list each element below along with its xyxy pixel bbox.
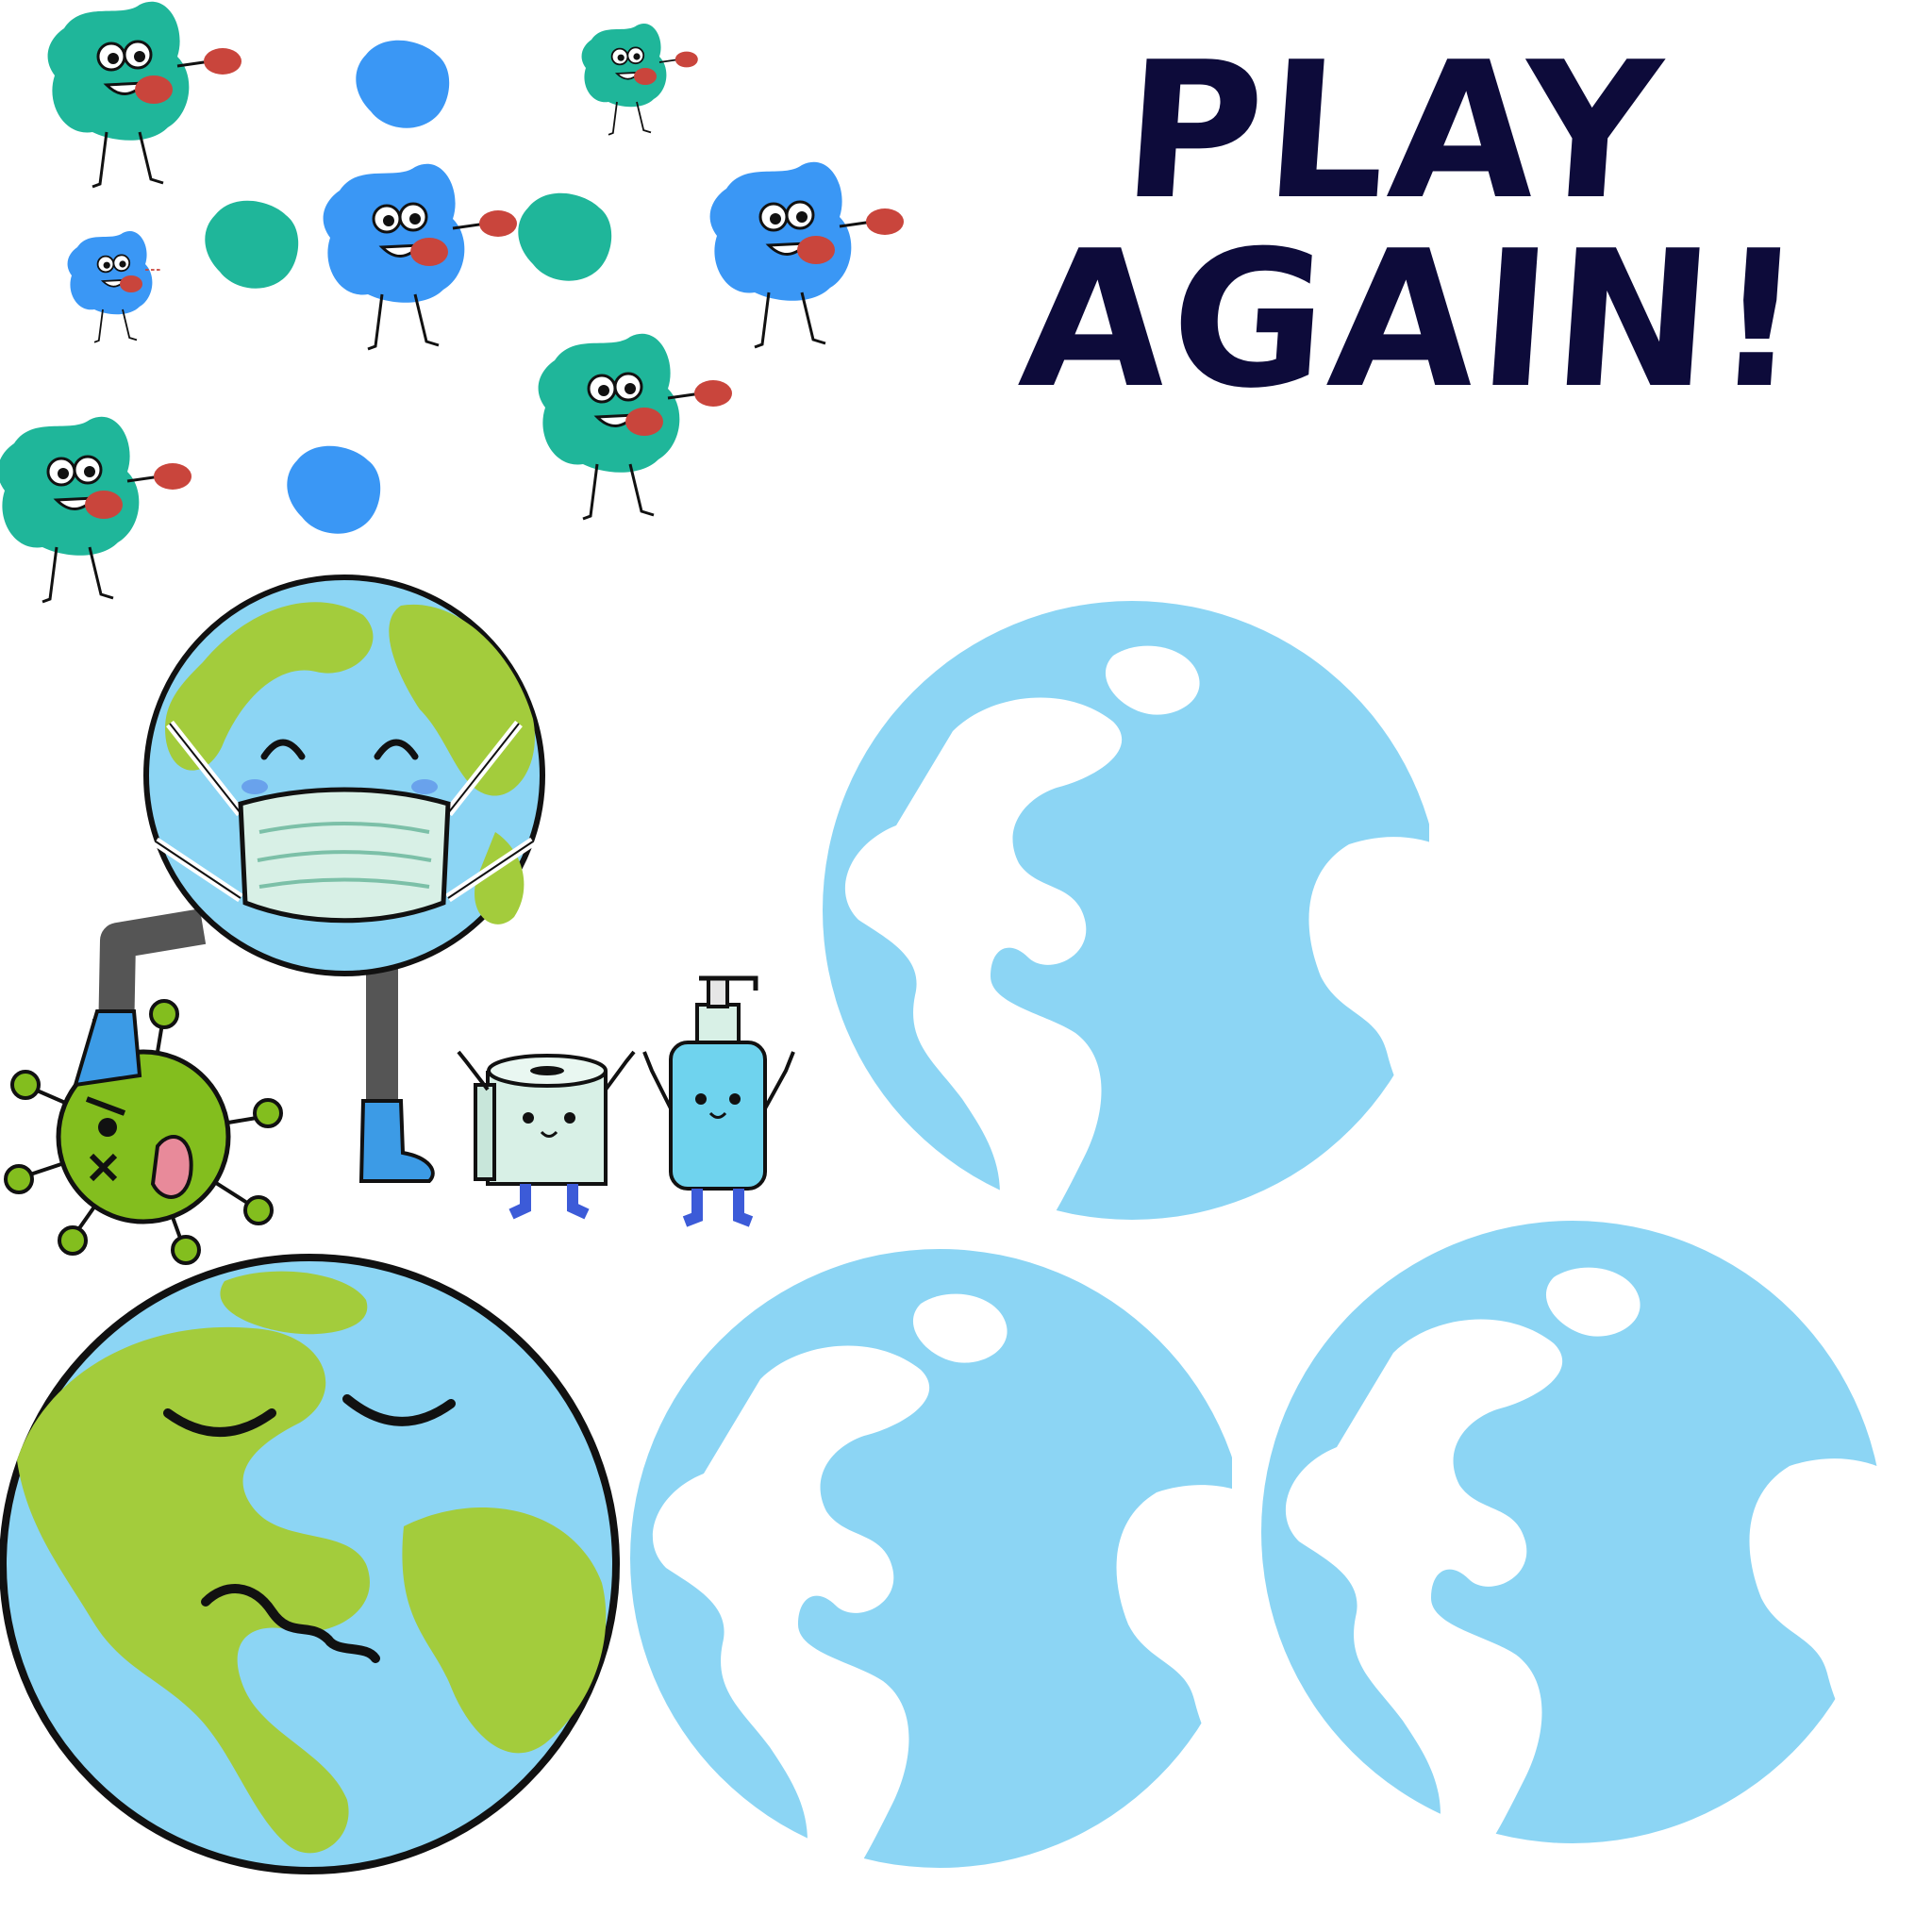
faded-earth-icon [1261,1221,1932,1874]
germ-character-icon [0,416,192,604]
germ-blob-icon [205,200,299,289]
germ-blob-icon [518,192,612,281]
defeated-virus-icon [4,999,283,1265]
germ-character-icon [67,231,163,343]
sleeping-earth-icon [0,1254,620,1874]
faded-earth-icon [823,601,1492,1252]
germ-character-icon [47,1,242,189]
toilet-paper-icon [457,1050,636,1220]
germ-character-icon [323,163,517,351]
germ-blob-icon [356,40,450,128]
germ-character-icon [581,24,698,136]
germ-blob-icon [287,445,381,534]
sanitizer-bottle-icon [642,975,795,1227]
germ-character-icon [538,333,732,521]
play-again-line-1: PLAY [1116,22,1671,242]
faded-earth-icon [630,1249,1300,1900]
play-again-line-2: AGAIN! [1013,210,1813,430]
germ-character-icon [709,161,904,349]
boot-icon [73,1009,142,1088]
play-again-button[interactable]: PLAY AGAIN! [1013,22,1813,430]
